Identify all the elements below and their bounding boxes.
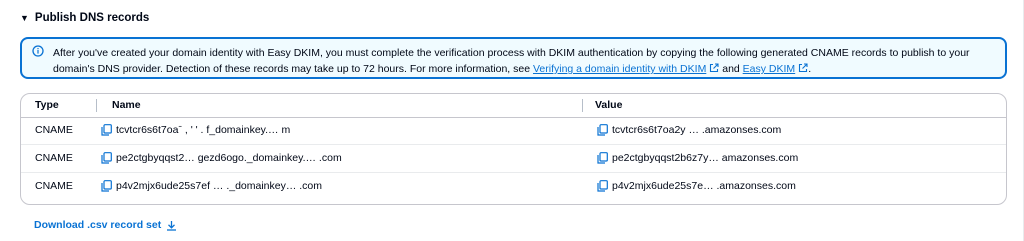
alert-message: After you've created your domain identit… — [53, 45, 993, 77]
copy-icon[interactable] — [101, 180, 112, 192]
record-name: pe2ctgbyqqst2… gezd6ogo._domainkey.… .co… — [101, 152, 342, 164]
table-row: CNAME p4v2mjx6ude25s7ef … ._domainkey… .… — [21, 174, 1006, 199]
easy-dkim-link[interactable]: Easy DKIM — [743, 63, 809, 75]
record-value-text: tcvtcr6s6t7oa2y … .amazonses.com — [612, 124, 782, 136]
table-row: CNAME pe2ctgbyqqst2… gezd6ogo._domainkey… — [21, 146, 1006, 171]
column-divider[interactable] — [582, 99, 583, 112]
record-name-text: p4v2mjx6ude25s7ef … ._domainkey… .com — [116, 180, 323, 192]
info-icon — [32, 45, 44, 57]
record-name: tcvtcr6s6t7oaˉ , ' ' . f_domainkey.… m — [101, 124, 290, 136]
record-name-text: pe2ctgbyqqst2… gezd6ogo._domainkey.… .co… — [116, 152, 342, 164]
column-header-name[interactable]: Name — [112, 99, 141, 111]
copy-icon[interactable] — [101, 124, 112, 136]
alert-text-end: . — [808, 63, 812, 75]
publish-dns-records-panel: ▼ Publish DNS records After you've creat… — [0, 0, 1024, 241]
download-csv-button[interactable]: Download .csv record set — [34, 219, 177, 231]
download-csv-label: Download .csv record set — [34, 219, 162, 231]
download-icon — [167, 220, 177, 231]
verifying-domain-link[interactable]: Verifying a domain identity with DKIM — [533, 63, 719, 75]
verifying-domain-link-label: Verifying a domain identity with DKIM — [532, 63, 707, 75]
caret-down-icon: ▼ — [20, 12, 29, 23]
easy-dkim-link-label: Easy DKIM — [742, 63, 796, 75]
row-divider — [21, 172, 1006, 173]
row-divider — [21, 144, 1006, 145]
record-name-text: tcvtcr6s6t7oaˉ , ' ' . f_domainkey.… m — [116, 124, 291, 136]
column-header-value[interactable]: Value — [595, 99, 622, 111]
record-value: p4v2mjx6ude25s7e… .amazonses.com — [597, 180, 796, 192]
external-link-icon — [710, 63, 719, 73]
info-alert: After you've created your domain identit… — [20, 37, 1007, 79]
record-type: CNAME — [35, 152, 73, 164]
section-toggle[interactable]: ▼ Publish DNS records — [20, 12, 149, 24]
section-title: Publish DNS records — [34, 12, 150, 24]
alert-text-and: and — [719, 63, 743, 75]
table-header: Type Name Value — [21, 94, 1006, 118]
copy-icon[interactable] — [597, 152, 608, 164]
record-name: p4v2mjx6ude25s7ef … ._domainkey… .com — [101, 180, 322, 192]
alert-text-intro: After you've created your domain identit… — [53, 47, 970, 75]
dns-records-table: Type Name Value CNAME tcvtcr6s6t7oaˉ , '… — [20, 93, 1007, 205]
copy-icon[interactable] — [597, 124, 608, 136]
copy-icon[interactable] — [101, 152, 112, 164]
copy-icon[interactable] — [597, 180, 608, 192]
record-type: CNAME — [35, 180, 73, 192]
external-link-icon — [799, 63, 808, 73]
column-divider[interactable] — [96, 99, 97, 112]
column-header-type[interactable]: Type — [35, 99, 59, 111]
table-row: CNAME tcvtcr6s6t7oaˉ , ' ' . f_domainkey… — [21, 118, 1006, 143]
record-type: CNAME — [35, 124, 73, 136]
record-value: pe2ctgbyqqst2b6z7y… amazonses.com — [597, 152, 798, 164]
record-value: tcvtcr6s6t7oa2y … .amazonses.com — [597, 124, 781, 136]
record-value-text: p4v2mjx6ude25s7e… .amazonses.com — [612, 180, 796, 192]
record-value-text: pe2ctgbyqqst2b6z7y… amazonses.com — [612, 152, 799, 164]
